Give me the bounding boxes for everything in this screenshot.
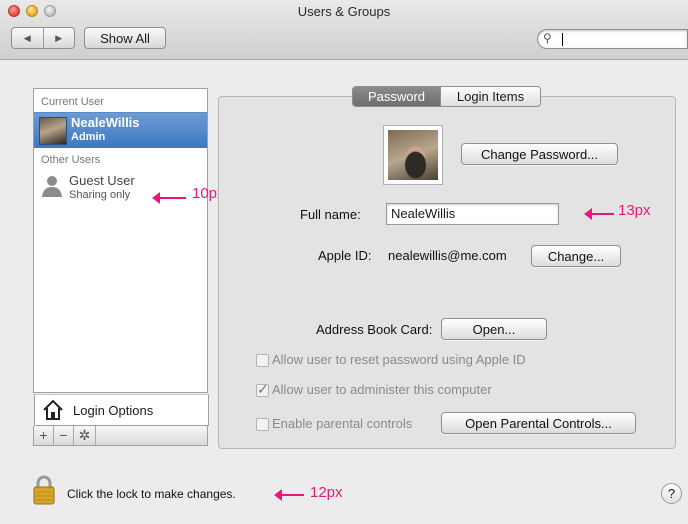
lock-message: Click the lock to make changes. <box>67 487 236 501</box>
forward-button[interactable]: ▶ <box>44 28 75 48</box>
sidebar-button-bar: + − ✲ <box>33 426 208 446</box>
back-forward-control: ◀ ▶ <box>11 27 75 49</box>
show-all-button[interactable]: Show All <box>84 27 166 49</box>
full-name-field[interactable]: NealeWillis <box>386 203 559 225</box>
remove-user-button[interactable]: − <box>54 426 74 445</box>
help-button[interactable]: ? <box>661 483 682 504</box>
open-parental-controls-button[interactable]: Open Parental Controls... <box>441 412 636 434</box>
search-input[interactable]: ⚲ <box>537 29 688 49</box>
login-options-label: Login Options <box>73 403 154 418</box>
back-button[interactable]: ◀ <box>12 28 44 48</box>
apple-id-label: Apple ID: <box>318 248 372 263</box>
user-picture[interactable] <box>383 125 443 185</box>
parental-controls-label: Enable parental controls <box>272 416 413 431</box>
gear-icon[interactable]: ✲ <box>74 426 96 445</box>
name-annotation: 13px <box>618 202 651 219</box>
reset-password-label: Allow user to reset password using Apple… <box>272 352 526 367</box>
window-titlebar: Users & Groups ◀ ▶ Show All ⚲ <box>0 0 688 60</box>
user-role: Admin <box>71 131 106 143</box>
open-address-book-button[interactable]: Open... <box>441 318 547 340</box>
house-icon <box>43 399 63 420</box>
parental-controls-checkbox[interactable] <box>256 418 269 431</box>
address-book-label: Address Book Card: <box>316 322 433 337</box>
administer-label: Allow user to administer this computer <box>272 382 492 397</box>
guest-user-icon <box>42 176 62 197</box>
text-caret <box>562 33 563 46</box>
change-password-button[interactable]: Change Password... <box>461 143 618 165</box>
window-title: Users & Groups <box>297 4 391 19</box>
name-annotation-arrow <box>584 208 614 220</box>
tab-bar: Password Login Items <box>352 86 541 107</box>
guest-user-name[interactable]: Guest User <box>69 173 135 188</box>
tab-login-items[interactable]: Login Items <box>440 87 540 106</box>
user-avatar <box>39 117 67 145</box>
guest-user-role: Sharing only <box>69 189 131 201</box>
checkmark-icon: ✓ <box>257 381 269 397</box>
full-name-label: Full name: <box>300 207 361 222</box>
lock-icon[interactable] <box>33 475 55 505</box>
users-list: Current User NealeWillis Admin Other Use… <box>33 88 209 426</box>
lock-annotation: 12px <box>310 484 343 501</box>
search-icon: ⚲ <box>543 31 552 45</box>
reset-password-checkbox[interactable] <box>256 354 269 367</box>
other-users-header: Other Users <box>41 154 101 166</box>
administer-checkbox[interactable]: ✓ <box>256 381 269 397</box>
lock-annotation-arrow <box>274 489 304 501</box>
change-apple-id-button[interactable]: Change... <box>531 245 621 267</box>
guest-annotation-arrow <box>152 192 186 204</box>
user-row-nealewillis[interactable]: NealeWillis Admin <box>34 112 207 148</box>
user-name: NealeWillis <box>71 115 140 130</box>
add-user-button[interactable]: + <box>34 426 54 445</box>
login-options-item[interactable]: Login Options <box>34 394 209 426</box>
user-photo <box>388 130 438 180</box>
apple-id-value: nealewillis@me.com <box>388 248 507 263</box>
current-user-header: Current User <box>41 96 104 108</box>
tab-password[interactable]: Password <box>353 87 440 106</box>
